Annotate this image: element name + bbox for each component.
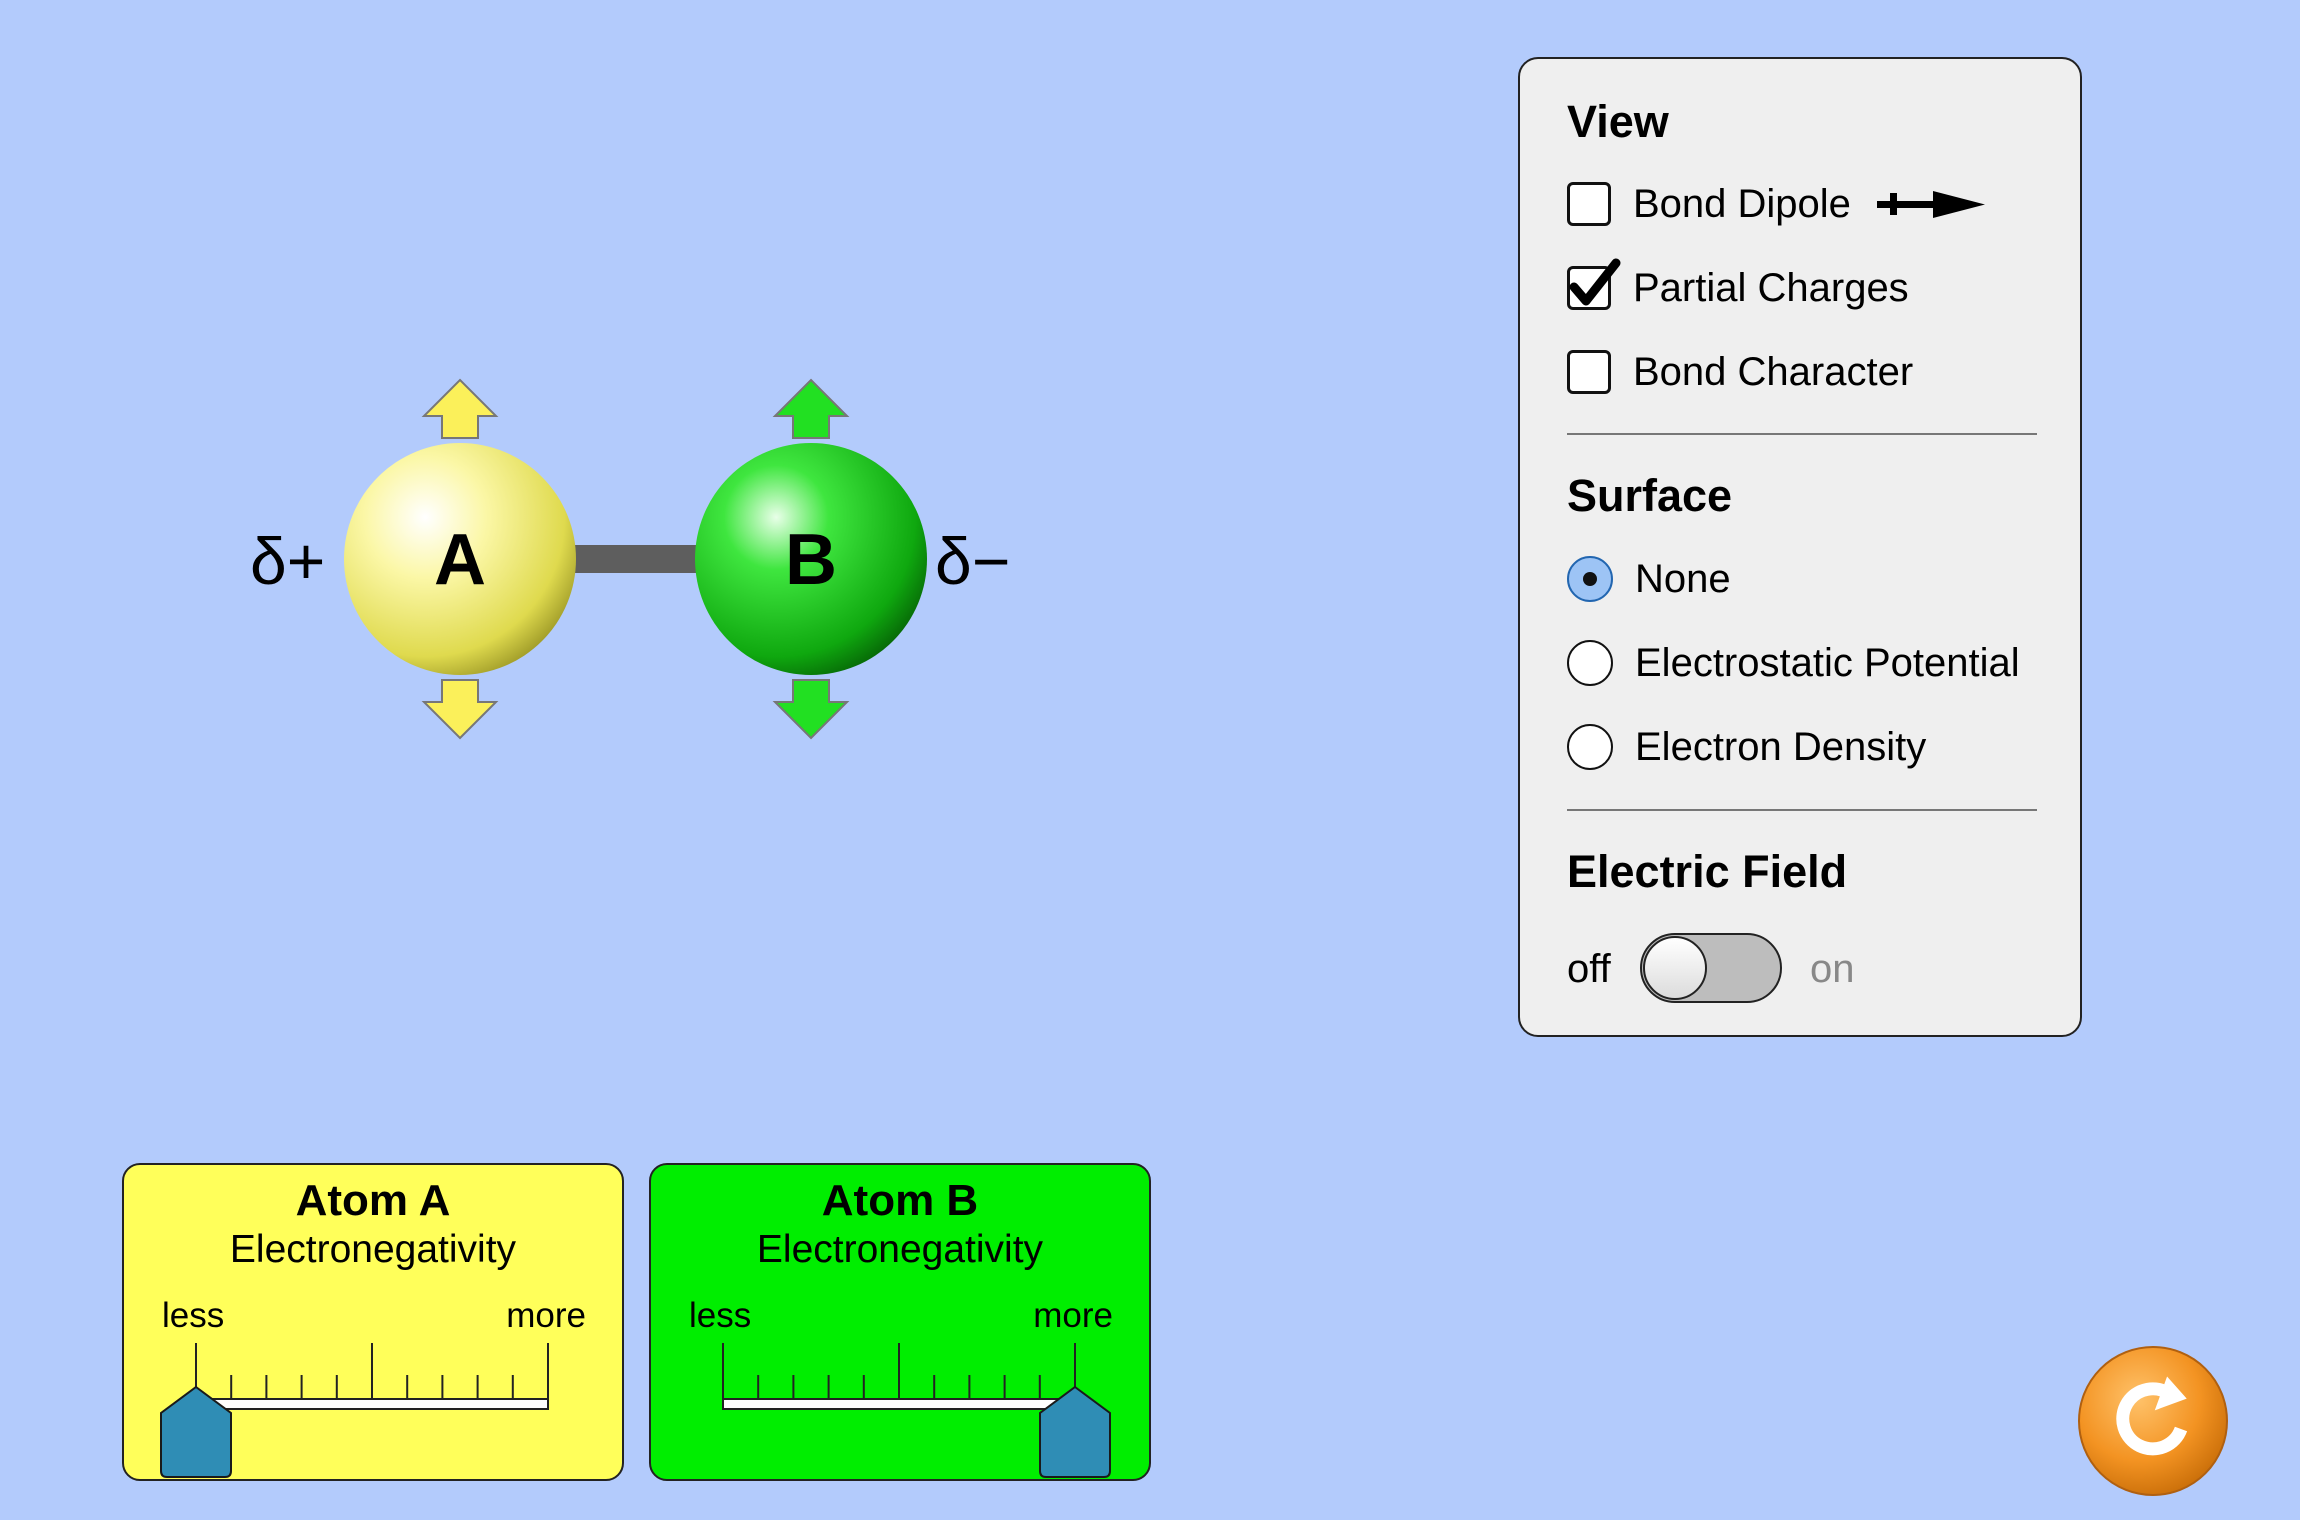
slider-track[interactable] (722, 1398, 1076, 1410)
partial-charges-label: Partial Charges (1633, 266, 1909, 310)
atom-a-down-arrow[interactable] (421, 679, 499, 740)
slider-track[interactable] (195, 1398, 549, 1410)
surface-none-label: None (1635, 557, 1731, 601)
surface-none-option[interactable]: None (1567, 554, 1731, 604)
divider (1567, 809, 2037, 811)
electric-field-on-label: on (1810, 947, 1855, 991)
surface-density-radio[interactable] (1567, 724, 1613, 770)
divider (1567, 433, 2037, 435)
surface-density-option[interactable]: Electron Density (1567, 722, 1926, 772)
atom-b-partial-charge: δ− (935, 524, 1011, 598)
slider-ticks (195, 1343, 549, 1399)
surface-electrostatic-radio[interactable] (1567, 640, 1613, 686)
partial-charges-option[interactable]: Partial Charges (1567, 258, 1909, 313)
atom-b-electronegativity-card: Atom B Electronegativity less more (649, 1163, 1151, 1481)
atom-a-label: A (434, 520, 486, 600)
electric-field-toggle[interactable] (1640, 933, 1782, 1003)
bond-dipole-checkbox[interactable] (1567, 182, 1611, 226)
surface-density-label: Electron Density (1635, 725, 1927, 769)
view-section-title: View (1567, 96, 1669, 147)
bond-character-checkbox[interactable] (1567, 350, 1611, 394)
molecule-drawing: A B (344, 378, 927, 740)
atom-a-partial-charge: δ+ (250, 524, 326, 598)
control-panel: View Bond Dipole Partial Charges Bond Ch… (1518, 57, 2082, 1037)
atom-a-electronegativity-card: Atom A Electronegativity less more (122, 1163, 624, 1481)
bond (575, 545, 705, 573)
surface-electrostatic-label: Electrostatic Potential (1635, 641, 2020, 685)
check-icon (1569, 258, 1621, 306)
reset-button[interactable] (2075, 1343, 2231, 1499)
molecule-view: A B δ+ δ− (0, 0, 1100, 800)
surface-electrostatic-option[interactable]: Electrostatic Potential (1567, 638, 2020, 688)
atom-a-up-arrow[interactable] (421, 378, 499, 439)
atom-b-label: B (785, 520, 837, 600)
bond-character-option[interactable]: Bond Character (1567, 347, 1913, 397)
bond-dipole-label: Bond Dipole (1633, 182, 1851, 226)
bond-character-label: Bond Character (1633, 350, 1914, 394)
slider-ticks (722, 1343, 1076, 1399)
electric-field-off-label: off (1567, 947, 1611, 991)
surface-none-radio[interactable] (1567, 556, 1613, 602)
toggle-knob[interactable] (1643, 936, 1707, 1000)
dipole-arrow-icon (1876, 191, 1985, 218)
electric-field-title: Electric Field (1567, 846, 1848, 897)
partial-charges-checkbox[interactable] (1567, 258, 1621, 310)
atom-a-slider[interactable] (124, 1165, 626, 1483)
atom-b-down-arrow[interactable] (772, 679, 850, 740)
atom-b-slider[interactable] (651, 1165, 1153, 1483)
surface-section-title: Surface (1567, 470, 1733, 521)
atom-b-up-arrow[interactable] (772, 378, 850, 439)
bond-dipole-option[interactable]: Bond Dipole (1567, 179, 1987, 229)
